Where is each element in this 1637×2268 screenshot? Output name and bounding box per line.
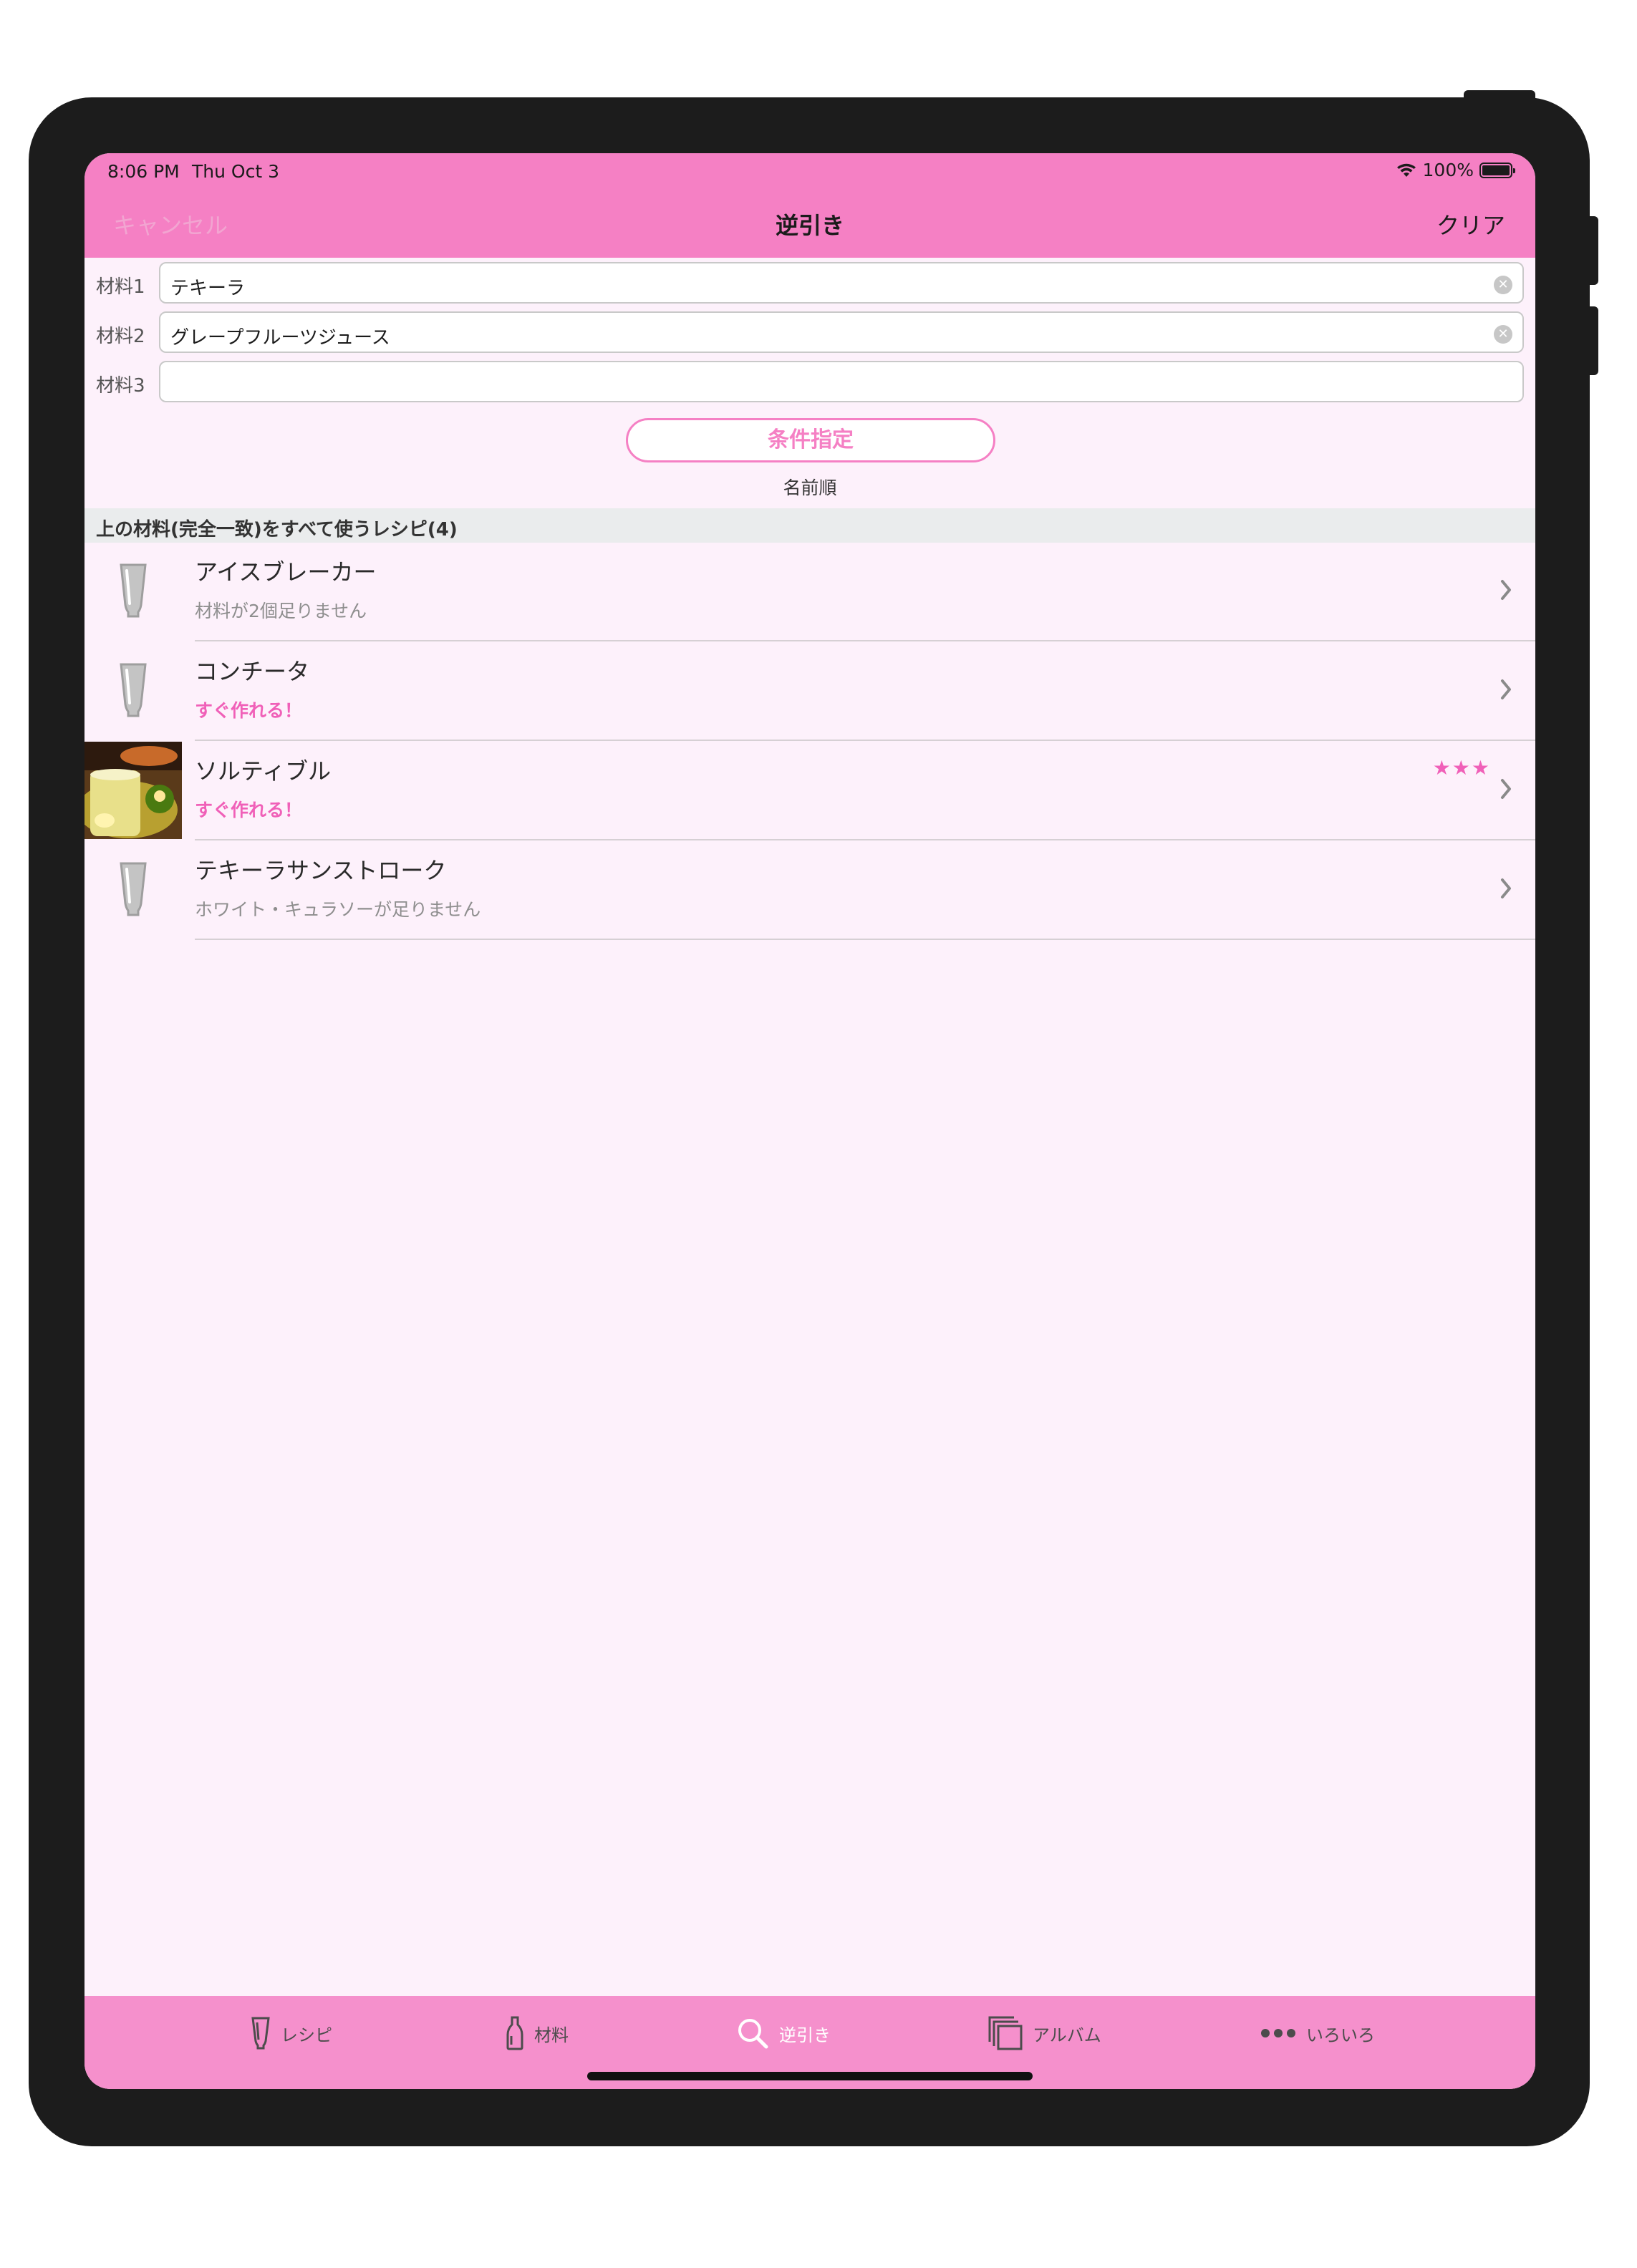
glass-icon — [251, 2017, 270, 2050]
ingredient-row-1: 材料1 テキーラ ✕ — [84, 262, 1535, 304]
recipe-name: コンチータ — [195, 658, 310, 685]
tab-ingredients[interactable]: 材料 — [506, 2012, 569, 2055]
recipe-name: テキーラサンストローク — [195, 857, 447, 884]
status-time: 8:06 PM — [107, 161, 180, 182]
chevron-right-icon — [1501, 878, 1511, 898]
recipe-status: 材料が2個足りません — [195, 601, 367, 621]
navigation-bar: キャンセル 逆引き クリア — [84, 189, 1535, 258]
chevron-right-icon — [1501, 580, 1511, 600]
chevron-right-icon — [1501, 679, 1511, 699]
recipe-row[interactable]: ソルティブル すぐ作れる！ ★★★ — [84, 742, 1535, 840]
rating-stars: ★★★ — [1432, 756, 1491, 780]
search-icon — [738, 2019, 768, 2049]
clear-text-icon[interactable]: ✕ — [1494, 276, 1512, 294]
tab-reverse-lookup[interactable]: 逆引き — [736, 2012, 831, 2055]
tab-album[interactable]: アルバム — [988, 2012, 1101, 2055]
section-header: 上の材料(完全一致)をすべて使うレシピ(4) — [84, 508, 1535, 543]
home-indicator[interactable] — [587, 2072, 1033, 2080]
row-separator — [195, 640, 1535, 641]
tab-label: 逆引き — [779, 2025, 831, 2045]
ingredient-label: 材料1 — [96, 276, 145, 298]
tab-label: いろいろ — [1306, 2025, 1375, 2045]
app-screen: 8:06 PM Thu Oct 3 100% キャンセル 逆引き クリア 材料1… — [84, 153, 1535, 2089]
row-separator — [195, 839, 1535, 840]
tab-more[interactable]: いろいろ — [1260, 2012, 1375, 2055]
recipe-row[interactable]: テキーラサンストローク ホワイト・キュラソーが足りません — [84, 841, 1535, 940]
volume-up-button — [1588, 216, 1598, 285]
recipe-row[interactable]: コンチータ すぐ作れる！ — [84, 642, 1535, 741]
glass-icon — [84, 642, 182, 740]
ingredient-2-input[interactable]: グレープフルーツジュース ✕ — [159, 311, 1524, 353]
status-date: Thu Oct 3 — [192, 161, 279, 182]
recipe-status: すぐ作れる！ — [195, 800, 303, 820]
status-bar: 8:06 PM Thu Oct 3 100% — [84, 153, 1535, 189]
volume-down-button — [1588, 306, 1598, 375]
ingredient-row-3: 材料3 — [84, 361, 1535, 402]
more-icon — [1261, 2029, 1295, 2037]
condition-button[interactable]: 条件指定 — [626, 418, 995, 462]
recipe-status: ホワイト・キュラソーが足りません — [195, 899, 481, 920]
glass-icon — [84, 543, 182, 640]
ingredient-value: テキーラ — [170, 278, 246, 299]
tab-label: レシピ — [281, 2025, 332, 2045]
sort-order-label[interactable]: 名前順 — [84, 474, 1535, 500]
clear-text-icon[interactable]: ✕ — [1494, 325, 1512, 344]
recipe-name: アイスブレーカー — [195, 558, 377, 586]
battery-percent: 100% — [1422, 160, 1474, 180]
ingredient-row-2: 材料2 グレープフルーツジュース ✕ — [84, 311, 1535, 353]
recipe-status: すぐ作れる！ — [195, 700, 303, 721]
battery-icon — [1479, 162, 1515, 178]
album-icon — [988, 2016, 1023, 2050]
row-separator — [195, 939, 1535, 940]
bottle-icon — [506, 2016, 523, 2050]
ingredient-1-input[interactable]: テキーラ ✕ — [159, 262, 1524, 304]
ingredient-label: 材料2 — [96, 326, 145, 347]
recipe-name: ソルティブル — [195, 757, 332, 785]
ingredient-3-input[interactable] — [159, 361, 1524, 402]
ingredient-label: 材料3 — [96, 375, 145, 397]
row-separator — [195, 740, 1535, 741]
clear-button[interactable]: クリア — [1436, 208, 1505, 241]
wifi-icon — [1396, 163, 1416, 177]
recipe-row[interactable]: アイスブレーカー 材料が2個足りません — [84, 543, 1535, 641]
power-button — [1464, 90, 1535, 100]
tab-recipes[interactable]: レシピ — [251, 2012, 332, 2055]
ingredient-value: グレープフルーツジュース — [170, 327, 390, 349]
tab-label: アルバム — [1033, 2025, 1101, 2045]
tab-label: 材料 — [534, 2025, 569, 2045]
status-right: 100% — [1396, 160, 1515, 180]
page-title: 逆引き — [775, 212, 844, 239]
cocktail-photo — [84, 742, 182, 839]
glass-icon — [84, 841, 182, 939]
chevron-right-icon — [1501, 779, 1511, 799]
